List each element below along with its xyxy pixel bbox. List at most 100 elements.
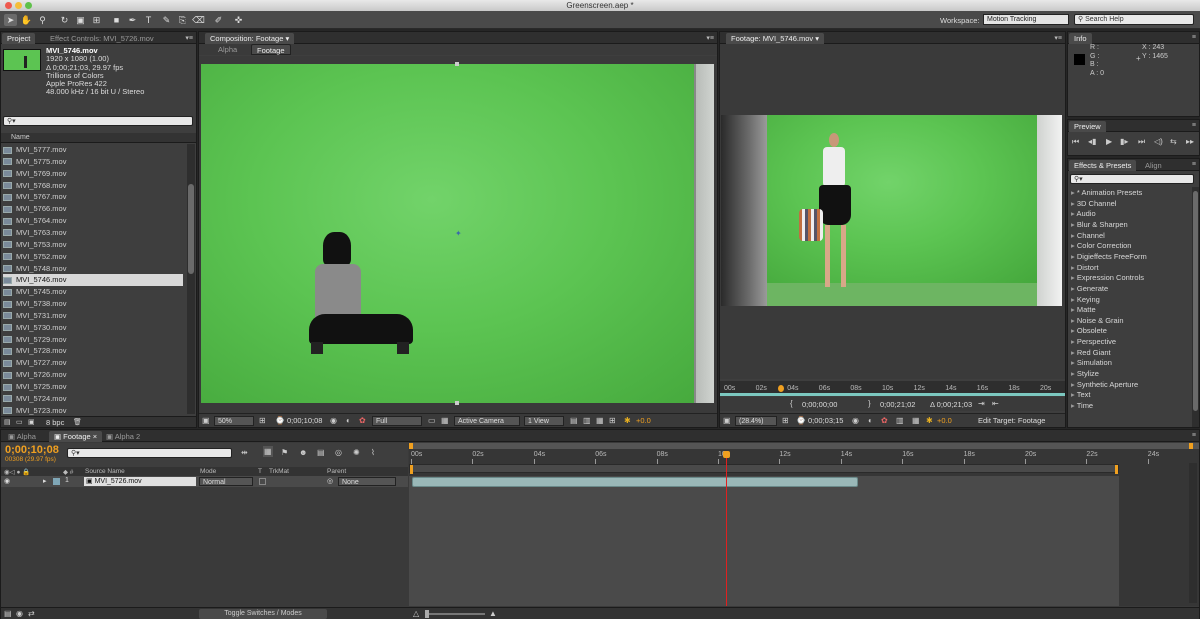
resolution-select[interactable]: Full [372, 416, 422, 426]
footage-ruler[interactable]: 00s 02s 04s 06s 08s 10s 12s 14s 16s 18s 20s [720, 381, 1065, 396]
effect-category[interactable]: ▸ Blur & Sharpen [1071, 220, 1128, 231]
tab-timeline-alpha-2[interactable]: ▣ Alpha 2 [101, 431, 145, 442]
current-time-indicator-head[interactable] [723, 451, 730, 458]
channel-icon[interactable]: ✿ [359, 416, 366, 425]
effect-category[interactable]: ▸ Audio [1071, 209, 1096, 220]
set-in-point-icon[interactable]: { [790, 399, 793, 408]
effect-category[interactable]: ▸ Stylize [1071, 369, 1099, 380]
show-snapshot-icon[interactable]: ◐ [346, 416, 351, 425]
selection-tool-icon[interactable]: ➤ [4, 14, 17, 26]
zoom-in-time-icon[interactable]: ▲ [489, 609, 497, 618]
footage-magnifier-icon[interactable]: ▣ [723, 416, 731, 425]
video-visibility-icon[interactable]: ◉ [4, 477, 10, 485]
live-update-icon[interactable]: ▦ [263, 446, 273, 457]
layer-parent-select[interactable]: None [338, 477, 396, 486]
footage-time-indicator[interactable] [778, 385, 784, 392]
footage-out-point[interactable]: 0;00;21;02 [880, 400, 915, 409]
project-item[interactable]: MVI_5764.mov [3, 215, 183, 227]
mask-tool-icon[interactable]: ■ [110, 14, 123, 26]
zoom-window-button[interactable] [25, 2, 32, 9]
comp-mini-flowchart-icon[interactable]: ⇹ [241, 448, 248, 457]
composition-viewer[interactable]: ✦ [199, 56, 717, 414]
zoom-tool-icon[interactable]: ⚲ [36, 14, 49, 26]
effects-scrollbar[interactable] [1192, 187, 1199, 427]
work-area-bar[interactable] [409, 464, 1119, 474]
search-help-input[interactable]: ⚲ Search Help [1074, 14, 1194, 25]
tab-timeline-footage[interactable]: ▣ Footage × [49, 431, 103, 442]
project-scrollbar[interactable] [187, 144, 195, 414]
eraser-tool-icon[interactable]: ⌫ [192, 14, 205, 26]
effect-category[interactable]: ▸ Channel [1071, 231, 1105, 242]
view-layout-select[interactable]: 1 View [524, 416, 564, 426]
snapshot-icon[interactable]: ◉ [330, 416, 337, 425]
footage-menu-icon[interactable]: ▾≡ [1054, 34, 1062, 42]
footage-timecode[interactable]: 0;00;03;15 [808, 416, 843, 425]
footage-in-point[interactable]: 0;00;00;00 [802, 400, 837, 409]
zoom-out-time-icon[interactable]: △ [413, 609, 419, 618]
effect-category[interactable]: ▸ Obsolete [1071, 326, 1107, 337]
camera-select[interactable]: Active Camera [454, 416, 520, 426]
pan-behind-tool-icon[interactable]: ⊞ [90, 14, 103, 26]
time-zoom-slider[interactable] [425, 613, 485, 615]
subtab-footage[interactable]: Footage [251, 44, 291, 55]
tab-footage-viewer[interactable]: Footage: MVI_5746.mov ▾ [726, 33, 824, 44]
effects-search-input[interactable]: ⚲▾ [1070, 174, 1194, 184]
project-item[interactable]: MVI_5728.mov [3, 345, 183, 357]
effects-menu-icon[interactable]: ≡ [1192, 161, 1196, 168]
effect-category[interactable]: ▸ Noise & Grain [1071, 316, 1124, 327]
footage-grid-icon[interactable]: ▦ [912, 416, 920, 425]
magnification-select[interactable]: 50% [214, 416, 254, 426]
first-frame-icon[interactable]: ⏮ [1072, 137, 1079, 147]
project-item[interactable]: MVI_5726.mov [3, 369, 183, 381]
brush-tool-icon[interactable]: ✎ [160, 14, 173, 26]
overlay-edit-icon[interactable]: ⇤ [992, 399, 999, 408]
project-item[interactable]: MVI_5723.mov [3, 405, 183, 417]
layer-label-color[interactable] [53, 478, 60, 485]
work-area-end[interactable] [1115, 465, 1118, 474]
info-menu-icon[interactable]: ≡ [1192, 34, 1196, 41]
project-item[interactable]: MVI_5725.mov [3, 381, 183, 393]
effect-category[interactable]: ▸ Perspective [1071, 337, 1116, 348]
transparency-grid-icon[interactable]: ▦ [441, 416, 449, 425]
tab-effects-presets[interactable]: Effects & Presets [1069, 160, 1137, 171]
project-item[interactable]: MVI_5777.mov [3, 144, 183, 156]
project-item[interactable]: MVI_5769.mov [3, 168, 183, 180]
project-item[interactable]: MVI_5724.mov [3, 393, 183, 405]
pen-tool-icon[interactable]: ✒ [126, 14, 139, 26]
effect-category[interactable]: ▸ Color Correction [1071, 241, 1131, 252]
project-item[interactable]: MVI_5731.mov [3, 310, 183, 322]
expand-in-out-icon[interactable]: ⇄ [28, 609, 35, 618]
exposure-value[interactable]: +0.0 [636, 416, 651, 425]
source-name-header[interactable]: Source Name [85, 468, 125, 475]
timeline-timecode[interactable]: 0;00;10;08 [5, 444, 59, 456]
exposure-icon[interactable]: ✱ [624, 416, 631, 425]
timecode-icon[interactable]: ⌚ [275, 416, 285, 425]
hide-shy-icon[interactable]: ☻ [299, 448, 307, 457]
motion-blur-icon[interactable]: ◎ [335, 448, 342, 457]
project-item[interactable]: MVI_5746.mov [3, 274, 183, 287]
footage-viewer[interactable] [720, 44, 1065, 379]
toggle-pixel-aspect-icon[interactable]: ▤ [570, 416, 578, 425]
clone-stamp-tool-icon[interactable]: ⎘ [176, 14, 189, 26]
fast-previews-icon[interactable]: ▥ [583, 416, 591, 425]
tab-timeline-alpha[interactable]: ▣ Alpha [3, 431, 41, 442]
footage-channel-icon[interactable]: ✿ [881, 416, 888, 425]
layer-name[interactable]: ▣ MVI_5726.mov [84, 477, 196, 486]
navigator-start-handle[interactable] [409, 443, 413, 449]
layer-handle-bottom[interactable] [455, 401, 459, 405]
bit-depth-button[interactable]: 8 bpc [46, 418, 64, 427]
effect-category[interactable]: ▸ 3D Channel [1071, 199, 1116, 210]
layer-mode-select[interactable]: Normal [199, 477, 253, 486]
composition-timecode[interactable]: 0;00;10;08 [287, 416, 322, 425]
hand-tool-icon[interactable]: ✋ [20, 14, 33, 26]
time-zoom-thumb[interactable] [425, 610, 429, 618]
safe-zones-icon[interactable]: ⊞ [259, 416, 266, 425]
last-frame-icon[interactable]: ⏭ [1138, 137, 1145, 147]
time-navigator[interactable] [409, 443, 1199, 449]
timeline-scrollbar[interactable] [1189, 463, 1197, 603]
flowchart-icon[interactable]: ⊞ [609, 416, 616, 425]
footage-exposure-value[interactable]: +0.0 [937, 416, 952, 425]
project-item[interactable]: MVI_5753.mov [3, 239, 183, 251]
tab-effect-controls[interactable]: Effect Controls: MVI_5726.mov [45, 33, 159, 44]
next-frame-icon[interactable]: ▮▸ [1120, 137, 1128, 146]
